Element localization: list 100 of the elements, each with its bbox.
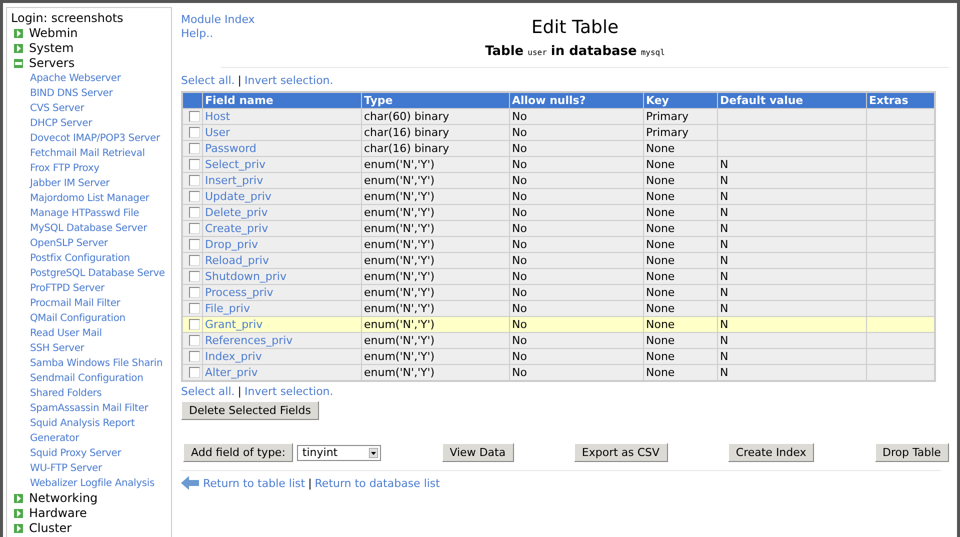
table-cell: N [720,270,728,283]
table-cell: N [720,174,728,187]
table-cell: N [720,302,728,315]
sidebar-link[interactable]: Procmail Mail Filter [11,296,171,311]
sidebar-link[interactable]: Fetchmail Mail Retrieval [11,146,171,161]
sidebar-link[interactable]: CVS Server [11,101,171,116]
table-cell: None [644,252,718,268]
category-item[interactable]: Networking [11,491,171,506]
database-name: mysql [640,48,665,57]
row-checkbox[interactable] [189,271,200,282]
row-checkbox[interactable] [189,207,200,218]
sidebar-link[interactable]: Samba Windows File Sharin [11,356,171,371]
table-cell: None [644,204,718,220]
row-checkbox[interactable] [189,127,200,138]
sidebar-link[interactable]: Postfix Configuration [11,251,171,266]
invert-selection-link[interactable]: Invert selection. [244,385,334,398]
sidebar-link[interactable]: DHCP Server [11,116,171,131]
sidebar-link[interactable]: Jabber IM Server [11,176,171,191]
return-link[interactable]: Return to database list [314,476,440,490]
table-cell: enum('N','Y') [362,236,510,252]
sidebar-link[interactable]: Sendmail Configuration [11,371,171,386]
category-item[interactable]: Webmin [11,26,171,41]
table-cell: N [720,334,728,347]
column-header: Default value [718,92,866,108]
row-checkbox[interactable] [189,335,200,346]
row-checkbox[interactable] [189,223,200,234]
table-cell: Primary [644,108,718,124]
row-checkbox[interactable] [189,287,200,298]
row-checkbox[interactable] [189,143,200,154]
table-cell: No [510,300,644,316]
table-cell: enum('N','Y') [362,156,510,172]
table-cell: N [720,350,728,363]
select-all-link[interactable]: Select all. [181,74,235,87]
category-item[interactable]: Servers [11,56,171,71]
sidebar-link[interactable]: SSH Server [11,341,171,356]
action-button[interactable]: View Data [442,443,514,462]
table-cell: No [510,124,644,140]
table-cell: None [644,268,718,284]
sidebar-link[interactable]: Shared Folders [11,386,171,401]
sidebar-link[interactable]: OpenSLP Server [11,236,171,251]
row-checkbox[interactable] [189,191,200,202]
sidebar-link[interactable]: Squid Analysis Report Generator [11,416,150,446]
add-field-button[interactable]: Add field of type: [183,443,294,462]
row-checkbox[interactable] [189,351,200,362]
row-checkbox[interactable] [189,319,200,330]
link-separator: | [236,385,242,398]
select-all-link[interactable]: Select all. [181,385,235,398]
table-cell: No [510,236,644,252]
column-header: Type [362,92,510,108]
back-arrow-icon[interactable] [181,476,199,490]
row-checkbox[interactable] [189,303,200,314]
row-checkbox[interactable] [189,239,200,250]
table-cell: enum('N','Y') [362,348,510,364]
row-checkbox[interactable] [189,255,200,266]
login-label: Login: screenshots [11,11,124,26]
table-cell: No [510,348,644,364]
action-button[interactable]: Drop Table [874,443,949,462]
table-cell: enum('N','Y') [362,300,510,316]
table-cell: enum('N','Y') [362,316,510,332]
sidebar-link[interactable]: Dovecot IMAP/POP3 Server [11,131,171,146]
action-button[interactable]: Export as CSV [574,443,668,462]
invert-selection-link[interactable]: Invert selection. [244,74,334,87]
action-button[interactable]: Create Index [728,443,814,462]
sidebar-link[interactable]: BIND DNS Server [11,86,171,101]
delete-button[interactable]: Delete Selected Fields [181,401,319,420]
sidebar-link[interactable]: WU-FTP Server [11,461,171,476]
sidebar-link[interactable]: Squid Proxy Server [11,446,171,461]
table-cell: char(16) binary [362,124,510,140]
category-item[interactable]: Hardware [11,506,171,521]
row-checkbox[interactable] [189,175,200,186]
row-checkbox[interactable] [189,159,200,170]
return-link[interactable]: Return to table list [203,476,306,490]
sidebar-link[interactable]: Webalizer Logfile Analysis [11,476,171,491]
sidebar-link[interactable]: PostgreSQL Database Serve [11,266,171,281]
table-cell: None [644,348,718,364]
table-cell: None [644,140,718,156]
nav-link[interactable]: Module Index [181,13,255,27]
sidebar-link[interactable]: Frox FTP Proxy [11,161,171,176]
nav-link[interactable]: Help.. [181,27,255,41]
table-cell: N [720,190,728,203]
sidebar-link[interactable]: SpamAssassin Mail Filter [11,401,171,416]
sidebar-link[interactable]: Apache Webserver [11,71,171,86]
sidebar-link[interactable]: QMail Configuration [11,311,171,326]
sidebar-link[interactable]: Majordomo List Manager [11,191,171,206]
table-cell: Primary [644,124,718,140]
sidebar-link[interactable]: Read User Mail [11,326,171,341]
category-item[interactable]: System [11,41,171,56]
sidebar-link[interactable]: Manage HTPasswd File [11,206,171,221]
table-cell: enum('N','Y') [362,252,510,268]
type-dropdown[interactable]: tinyint [297,444,382,460]
table-cell: N [720,286,728,299]
table-cell: No [510,156,644,172]
table-cell: enum('N','Y') [362,172,510,188]
category-item[interactable]: Cluster [11,521,171,536]
table-cell: None [644,172,718,188]
row-checkbox[interactable] [189,111,200,122]
row-checkbox[interactable] [189,367,200,378]
sidebar-link[interactable]: MySQL Database Server [11,221,171,236]
table-cell: None [644,236,718,252]
sidebar-link[interactable]: ProFTPD Server [11,281,171,296]
